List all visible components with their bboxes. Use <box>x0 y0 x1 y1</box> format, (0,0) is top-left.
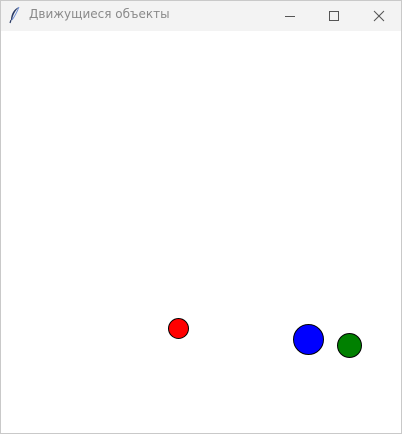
minimize-icon <box>284 7 296 26</box>
red-ball <box>168 318 189 339</box>
blue-ball <box>293 324 324 355</box>
feather-icon <box>7 6 23 24</box>
close-button[interactable] <box>356 1 402 31</box>
maximize-button[interactable] <box>311 1 357 31</box>
title-bar[interactable]: Движущиеся объекты <box>1 1 401 31</box>
app-window: Движущиеся объекты <box>0 0 402 434</box>
green-ball <box>337 333 362 358</box>
drawing-canvas[interactable] <box>1 31 401 433</box>
minimize-button[interactable] <box>267 1 313 31</box>
window-title: Движущиеся объекты <box>29 7 170 21</box>
maximize-icon <box>328 7 340 26</box>
close-icon <box>373 7 385 26</box>
